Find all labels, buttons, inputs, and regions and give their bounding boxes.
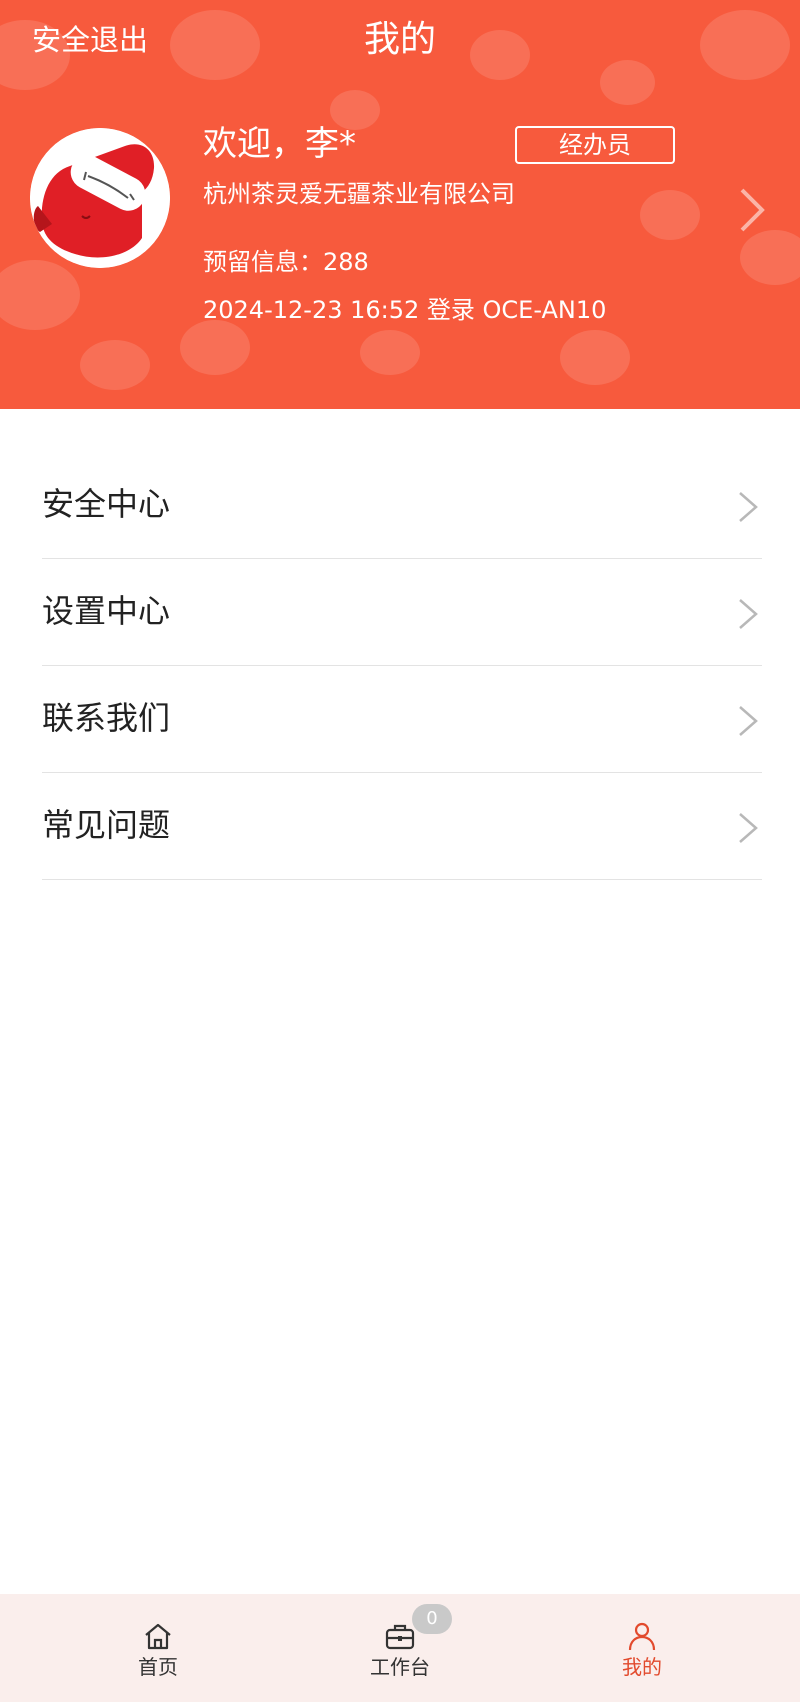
page-title: 我的: [363, 19, 436, 60]
tab-mine[interactable]: 我的: [562, 1594, 722, 1702]
menu-item-contact-us[interactable]: 联系我们: [42, 666, 762, 773]
menu-item-settings-center[interactable]: 设置中心: [42, 559, 762, 666]
avatar-mascot-icon: [30, 128, 170, 268]
company-name: 杭州茶灵爱无疆茶业有限公司: [203, 180, 515, 208]
profile-header: 安全退出 我的 欢迎，李* 经办员 杭州茶灵爱无疆茶业有限公司 预留信息：288: [0, 0, 800, 409]
reserved-info: 预留信息：288: [203, 248, 369, 276]
decorative-bubble: [80, 340, 150, 390]
chevron-right-icon: [739, 706, 758, 736]
chevron-right-icon: [739, 813, 758, 843]
notification-badge: 0: [412, 1604, 452, 1634]
chevron-right-icon: [739, 599, 758, 629]
tab-workbench[interactable]: 0 工作台: [320, 1594, 480, 1702]
menu-item-faq[interactable]: 常见问题: [42, 773, 762, 880]
avatar: [30, 128, 170, 268]
welcome-text: 欢迎，李*: [203, 124, 356, 164]
menu-item-label: 常见问题: [42, 806, 171, 844]
tab-label: 我的: [622, 1655, 662, 1679]
role-badge: 经办员: [515, 126, 675, 164]
tab-home[interactable]: 首页: [78, 1594, 238, 1702]
menu-item-label: 联系我们: [42, 699, 171, 737]
bottom-tab-bar: 首页 0 工作台 我的: [0, 1594, 800, 1702]
page: 安全退出 我的 欢迎，李* 经办员 杭州茶灵爱无疆茶业有限公司 预留信息：288: [0, 0, 800, 1702]
chevron-right-icon: [739, 492, 758, 522]
menu-item-security-center[interactable]: 安全中心: [42, 452, 762, 559]
menu-item-label: 设置中心: [42, 592, 171, 630]
briefcase-icon: [385, 1624, 415, 1650]
profile-card[interactable]: 欢迎，李* 经办员 杭州茶灵爱无疆茶业有限公司 预留信息：288 2024-12…: [0, 110, 800, 340]
home-icon: [145, 1623, 171, 1650]
chevron-right-icon[interactable]: [732, 180, 772, 240]
decorative-bubble: [600, 60, 655, 105]
tab-label: 首页: [138, 1655, 178, 1679]
last-login-info: 2024-12-23 16:52 登录 OCE-AN10: [203, 296, 607, 324]
tab-label: 工作台: [370, 1655, 430, 1679]
settings-menu: 安全中心 设置中心 联系我们 常见问题: [42, 452, 762, 880]
menu-item-label: 安全中心: [42, 485, 171, 523]
user-icon: [628, 1622, 656, 1651]
